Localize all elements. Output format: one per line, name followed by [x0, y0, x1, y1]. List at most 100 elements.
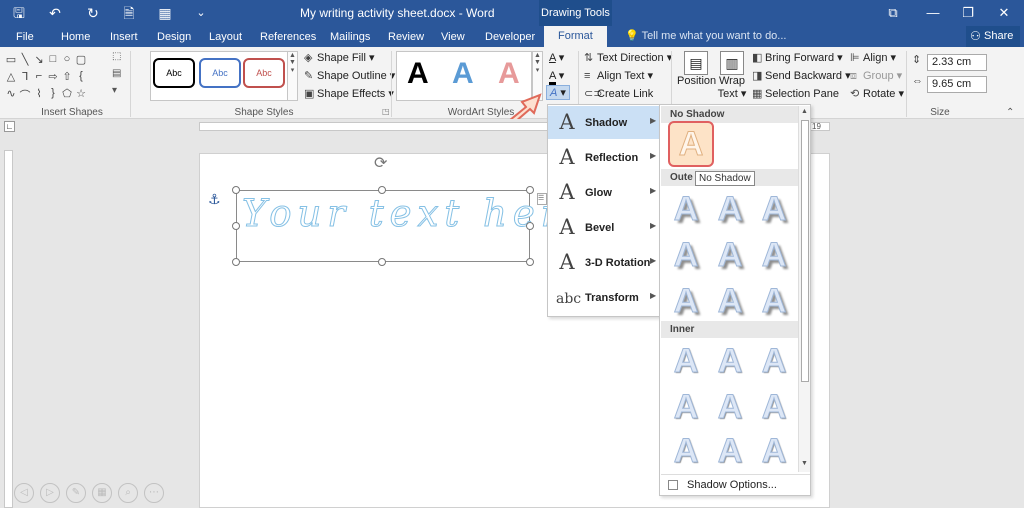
shadow-option-inner[interactable]: A — [664, 385, 708, 429]
position-button[interactable]: ▤ Position — [677, 51, 716, 87]
scroll-up-icon[interactable]: ▲ — [801, 108, 808, 115]
ribbon-display-options-icon[interactable]: ⧉ — [873, 0, 913, 26]
menu-item-shadow[interactable]: A Shadow ▶ — [548, 106, 660, 139]
text-fill-button[interactable]: A ▾ — [549, 51, 564, 64]
align-text-button[interactable]: ≡ Align Text ▾ — [584, 69, 653, 82]
tab-selector[interactable]: ∟ — [4, 121, 15, 132]
vertical-ruler[interactable] — [4, 150, 13, 508]
shadow-option-outer[interactable]: A — [752, 233, 796, 277]
text-box-shape-icon[interactable]: ▭ — [4, 53, 18, 66]
tab-file[interactable]: File — [16, 29, 34, 47]
layout-options-icon[interactable]: ☰ — [537, 193, 547, 205]
shape-outline-button[interactable]: ✎ Shape Outline ▾ — [304, 69, 395, 82]
shape-style-black[interactable]: Abc — [153, 58, 195, 88]
zoom-icon[interactable]: ⌕ — [118, 483, 138, 503]
right-arrow-shape-icon[interactable]: ⇨ — [46, 70, 60, 83]
freeform-shape-icon[interactable]: ⌇ — [32, 87, 46, 100]
redo-icon[interactable]: ↻ — [82, 3, 104, 23]
arrow-shape-icon[interactable]: ↘ — [32, 53, 46, 66]
draw-text-box-icon[interactable]: ▤ — [112, 68, 121, 79]
print-preview-icon[interactable]: 🗎 — [118, 3, 140, 23]
oval-shape-icon[interactable]: ○ — [60, 53, 74, 65]
scroll-thumb[interactable] — [801, 120, 809, 382]
shadow-option-outer[interactable]: A — [664, 279, 708, 323]
scroll-down-icon[interactable]: ▼ — [801, 460, 808, 467]
shape-styles-scroll[interactable]: ▲ ▼ ▾ — [287, 51, 298, 101]
shape-style-red[interactable]: Abc — [243, 58, 285, 88]
curve-shape-icon[interactable]: ∿ — [4, 87, 18, 100]
shadow-option-outer[interactable]: A — [752, 187, 796, 231]
up-arrow-shape-icon[interactable]: ⇧ — [60, 70, 74, 83]
shape-style-blue[interactable]: Abc — [199, 58, 241, 88]
tab-developer[interactable]: Developer — [485, 29, 535, 47]
curved-connector-shape-icon[interactable]: ⌐ — [32, 70, 46, 82]
layout-icon[interactable]: ▦ — [154, 3, 176, 23]
tab-home[interactable]: Home — [61, 29, 90, 47]
tab-mailings[interactable]: Mailings — [330, 29, 370, 47]
resize-handle-se[interactable] — [526, 258, 534, 266]
shadow-option-outer[interactable]: A — [752, 279, 796, 323]
shadow-options-button[interactable]: Shadow Options... — [661, 474, 810, 495]
tab-view[interactable]: View — [441, 29, 465, 47]
undo-icon[interactable]: ↶ — [44, 3, 66, 23]
menu-item-bevel[interactable]: A Bevel ▶ — [548, 211, 660, 244]
tab-references[interactable]: References — [260, 29, 316, 47]
resize-handle-s[interactable] — [378, 258, 386, 266]
elbow-connector-shape-icon[interactable]: ᒣ — [18, 70, 32, 83]
shadow-option-inner[interactable]: A — [752, 429, 796, 473]
bring-forward-button[interactable]: ◧ Bring Forward ▾ — [752, 51, 843, 64]
arc-shape-icon[interactable]: ⌒ — [18, 87, 32, 103]
rotation-handle-icon[interactable]: ⟳ — [374, 153, 387, 173]
no-shadow-option[interactable]: A — [668, 121, 714, 167]
shape-width-input[interactable]: 9.65 cm — [927, 76, 987, 93]
rotate-button[interactable]: ⟲ Rotate ▾ — [850, 87, 904, 100]
tab-insert[interactable]: Insert — [110, 29, 138, 47]
save-icon[interactable]: 🖫 — [8, 3, 30, 23]
shadow-option-inner[interactable]: A — [752, 339, 796, 383]
shadow-option-inner[interactable]: A — [664, 339, 708, 383]
wrap-text-button[interactable]: ▥ Wrap Text ▾ — [717, 51, 747, 100]
minimize-button[interactable]: — — [913, 0, 953, 26]
customize-qat-icon[interactable]: ⌄ — [190, 3, 212, 23]
play-icon[interactable]: ▷ — [40, 483, 60, 503]
wordart-style-blue[interactable]: A — [452, 57, 474, 91]
group-button[interactable]: ⧈ Group ▾ — [850, 69, 902, 83]
star-shape-icon[interactable]: ☆ — [74, 87, 88, 100]
line-shape-icon[interactable]: ╲ — [18, 53, 32, 66]
shadow-option-outer[interactable]: A — [664, 233, 708, 277]
tab-review[interactable]: Review — [388, 29, 424, 47]
text-direction-button[interactable]: ⇅ Text Direction ▾ — [584, 51, 672, 64]
pentagon-shape-icon[interactable]: ⬠ — [60, 87, 74, 100]
brace-shape-icon[interactable]: { — [74, 70, 88, 82]
text-effects-button[interactable]: A ▾ — [546, 85, 570, 100]
shapes-gallery[interactable]: ▭ ╲ ↘ □ ○ ▢ △ ᒣ ⌐ ⇨ ⇧ { ∿ ⌒ ⌇ } ⬠ ☆ — [4, 51, 106, 103]
triangle-shape-icon[interactable]: △ — [4, 70, 18, 83]
back-icon[interactable]: ◁ — [14, 483, 34, 503]
tab-format[interactable]: Format — [544, 26, 607, 47]
rectangle-shape-icon[interactable]: □ — [46, 53, 60, 65]
menu-item-3d-rotation[interactable]: A 3-D Rotation ▶ — [548, 246, 660, 279]
restore-button[interactable]: ❐ — [948, 0, 988, 26]
shadow-option-outer[interactable]: A — [664, 187, 708, 231]
shape-height-input[interactable]: 2.33 cm — [927, 54, 987, 71]
shapes-more-icon[interactable]: ▾ — [112, 85, 117, 96]
shadow-gallery-scrollbar[interactable]: ▲ ▼ — [798, 106, 810, 472]
shadow-option-inner[interactable]: A — [664, 429, 708, 473]
resize-handle-w[interactable] — [232, 222, 240, 230]
shape-effects-button[interactable]: ▣ Shape Effects ▾ — [304, 87, 394, 100]
create-link-button[interactable]: ⊂⊃Create Link — [584, 87, 653, 100]
close-button[interactable]: ✕ — [984, 0, 1024, 26]
shadow-option-inner[interactable]: A — [708, 429, 752, 473]
resize-handle-ne[interactable] — [526, 186, 534, 194]
collapse-ribbon-icon[interactable]: ⌃ — [1006, 107, 1014, 118]
wordart-style-red[interactable]: A — [498, 57, 520, 91]
menu-item-transform[interactable]: abc Transform ▶ — [548, 281, 660, 314]
shape-styles-launcher-icon[interactable]: ◳ — [382, 107, 390, 116]
resize-handle-n[interactable] — [378, 186, 386, 194]
resize-handle-nw[interactable] — [232, 186, 240, 194]
menu-item-reflection[interactable]: A Reflection ▶ — [548, 141, 660, 174]
text-outline-button[interactable]: A ▾ — [549, 69, 564, 85]
shadow-option-outer[interactable]: A — [708, 233, 752, 277]
shadow-option-inner[interactable]: A — [752, 385, 796, 429]
send-backward-button[interactable]: ◨ Send Backward ▾ — [752, 69, 851, 82]
